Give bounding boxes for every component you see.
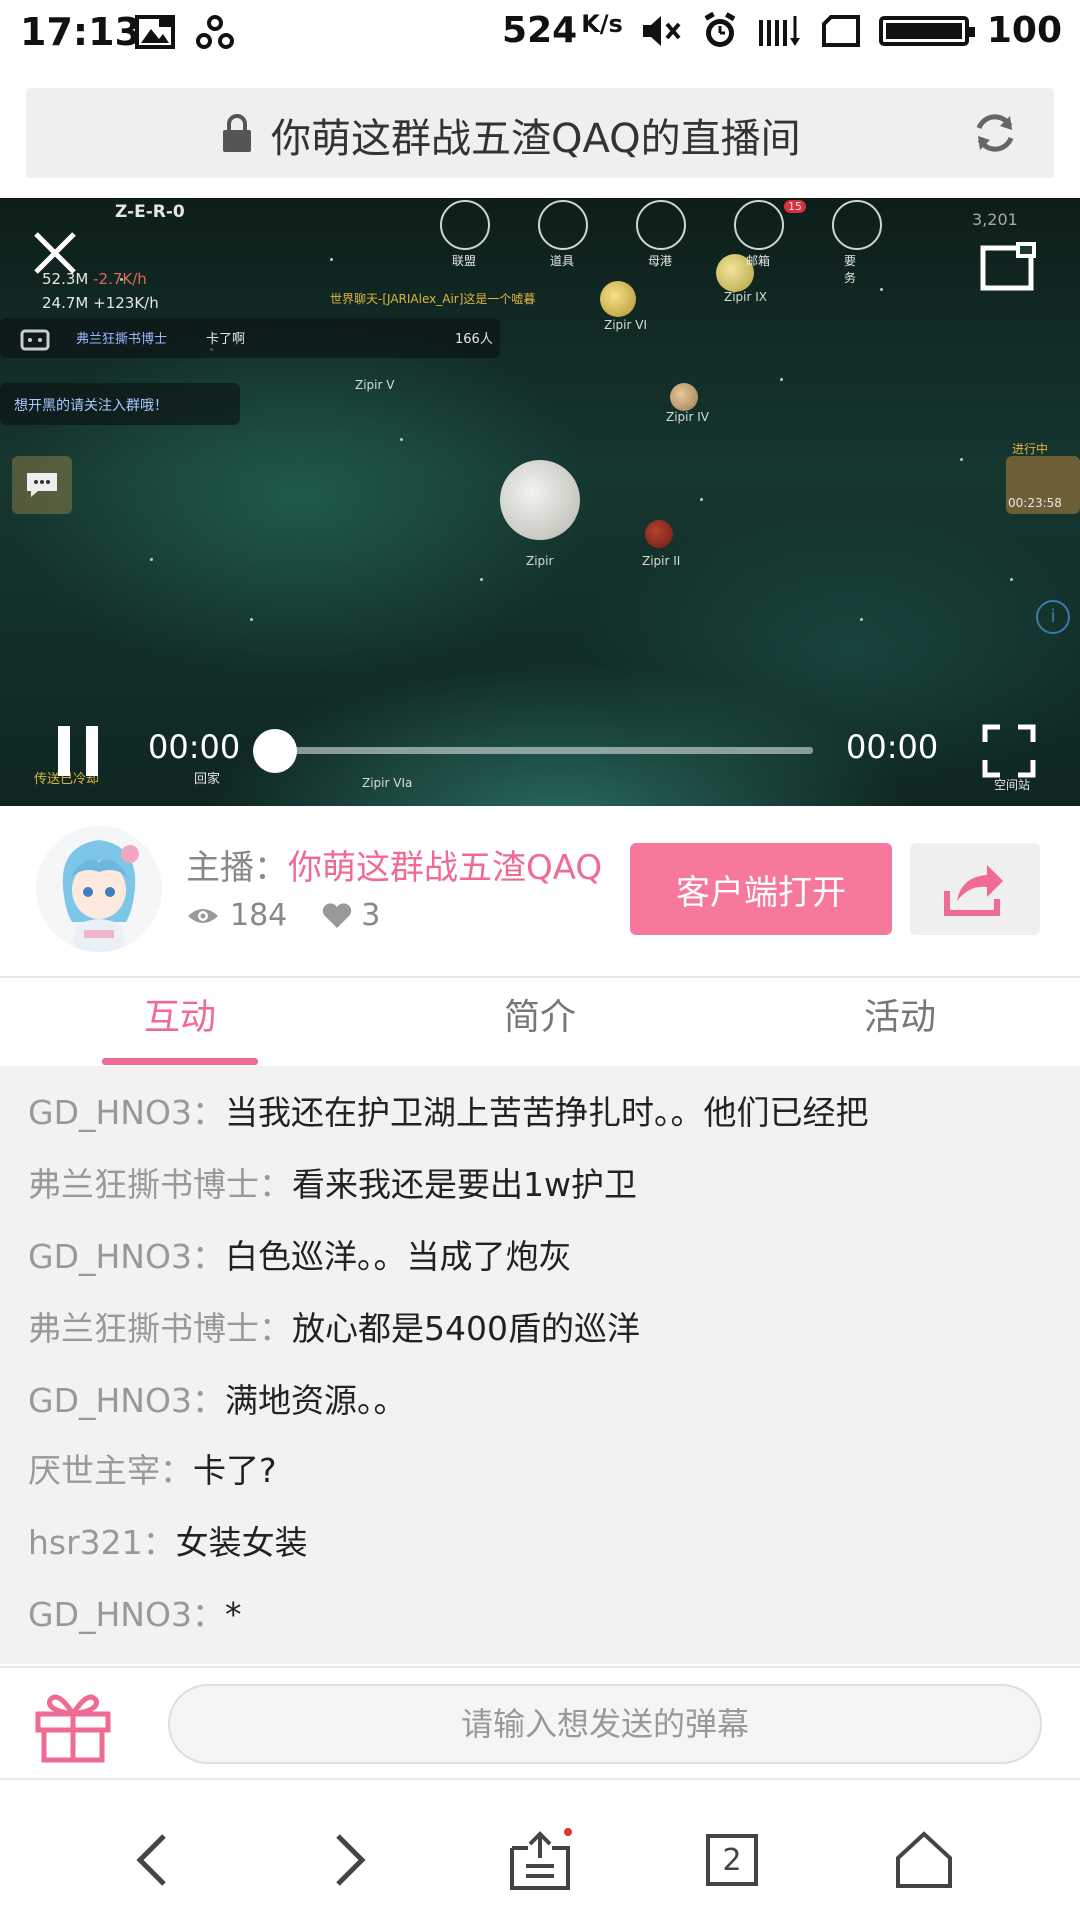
stats-row: 184 3 bbox=[186, 898, 380, 933]
anchor-info: 主播：你萌这群战五渣QAQ 184 3 客户端打开 bbox=[0, 806, 1080, 978]
planet-zipir-vi bbox=[600, 281, 636, 317]
battery-level: 100 bbox=[986, 10, 1062, 51]
like-count: 3 bbox=[361, 898, 381, 933]
hud-menu: 联盟 道具 母港 邮箱 要务 15 bbox=[440, 200, 882, 285]
list-item: hsr321：女装女装 bbox=[28, 1523, 308, 1562]
planet-zipir-iv bbox=[670, 383, 698, 411]
hud-station-label: 空间站 bbox=[994, 778, 1031, 792]
page-title: 你萌这群战五渣QAQ的直播间 bbox=[271, 116, 801, 162]
app-notification-icon bbox=[196, 15, 234, 49]
danmu-input[interactable]: 请输入想发送的弹幕 bbox=[168, 1684, 1042, 1764]
home-button[interactable] bbox=[884, 1820, 964, 1900]
view-count: 184 bbox=[230, 898, 288, 933]
menu-icon bbox=[510, 1828, 572, 1890]
heart-icon bbox=[323, 902, 352, 928]
chat-bubble-icon bbox=[27, 473, 57, 497]
current-time: 00:00 bbox=[148, 728, 241, 766]
url-bar[interactable]: 你萌这群战五渣QAQ的直播间 bbox=[26, 88, 1054, 178]
avatar-illustration bbox=[36, 826, 162, 952]
list-item: GD_HNO3：当我还在护卫湖上苦苦挣扎时。。他们已经把 bbox=[28, 1093, 869, 1132]
open-in-app-button[interactable]: 客户端打开 bbox=[630, 843, 892, 935]
video-player[interactable]: Zipir Zipir II Zipir IV Zipir V Zipir VI… bbox=[0, 198, 1080, 806]
player-controls: 00:00 00:00 bbox=[0, 716, 1080, 778]
pause-button[interactable] bbox=[58, 726, 98, 776]
host-name[interactable]: 你萌这群战五渣QAQ bbox=[288, 848, 602, 888]
host-label: 主播： bbox=[186, 848, 288, 888]
battery-icon bbox=[878, 15, 975, 46]
hud-resource-2: 24.7M +123K/h bbox=[42, 294, 159, 312]
tab-activity[interactable]: 活动 bbox=[720, 978, 1080, 1066]
tabs-button[interactable]: 2 bbox=[692, 1820, 772, 1900]
tasks-icon bbox=[832, 200, 882, 250]
browser-nav: 2 bbox=[0, 1778, 1080, 1922]
planet-zipir bbox=[500, 460, 580, 540]
list-item: 厌世主宰：卡了? bbox=[28, 1451, 277, 1490]
hud-notice: 想开黑的请关注入群哦！ bbox=[0, 383, 240, 425]
list-item: GD_HNO3：满地资源。。 bbox=[28, 1381, 407, 1420]
picture-in-picture-icon[interactable] bbox=[980, 240, 1040, 292]
hud-timer-status: 进行中 bbox=[1012, 442, 1049, 456]
progress-knob[interactable] bbox=[253, 729, 297, 773]
net-speed: 524 K/s bbox=[502, 10, 623, 51]
list-item: GD_HNO3：白色巡洋。。当成了炮灰 bbox=[28, 1237, 572, 1276]
fullscreen-icon[interactable] bbox=[982, 724, 1036, 778]
image-notification-icon bbox=[135, 15, 175, 49]
chevron-right-icon bbox=[336, 1834, 366, 1886]
planet-zipir-ii bbox=[645, 520, 673, 548]
total-time: 00:00 bbox=[846, 728, 939, 766]
alarm-icon bbox=[704, 11, 736, 47]
tab-count: 2 bbox=[722, 1842, 742, 1878]
status-time: 17:13 bbox=[20, 10, 141, 54]
mail-badge: 15 bbox=[784, 200, 806, 213]
gift-icon[interactable] bbox=[32, 1686, 114, 1764]
home-port-icon bbox=[636, 200, 686, 250]
chat-bubble-button[interactable] bbox=[12, 456, 72, 514]
eye-icon bbox=[188, 908, 218, 923]
back-button[interactable] bbox=[112, 1820, 192, 1900]
forward-button[interactable] bbox=[310, 1820, 390, 1900]
share-icon bbox=[944, 865, 1003, 916]
hud-credits: 3,201 bbox=[972, 210, 1018, 229]
tab-intro[interactable]: 简介 bbox=[360, 978, 720, 1066]
hud-player-id: Z-E-R-0 bbox=[115, 202, 185, 222]
chevron-left-icon bbox=[136, 1834, 166, 1886]
avatar[interactable] bbox=[36, 826, 162, 952]
hud-world-chat: 世界聊天-[JARIAlex_Air]这是一个嘘暮 bbox=[330, 292, 536, 306]
list-item: GD_HNO3：* bbox=[28, 1595, 242, 1634]
host-row: 主播：你萌这群战五渣QAQ bbox=[186, 840, 602, 889]
list-item: 弗兰狂撕书博士：放心都是5400盾的巡洋 bbox=[28, 1309, 640, 1348]
close-icon[interactable] bbox=[30, 228, 80, 278]
tab-bar: 互动 简介 活动 bbox=[0, 978, 1080, 1068]
share-button[interactable] bbox=[910, 843, 1040, 935]
home-icon bbox=[896, 1831, 952, 1888]
active-tab-indicator bbox=[102, 1058, 258, 1065]
chat-list[interactable]: GD_HNO3：当我还在护卫湖上苦苦挣扎时。。他们已经把 弗兰狂撕书博士：看来我… bbox=[0, 1066, 1080, 1664]
sim-icon bbox=[821, 14, 860, 47]
input-row: 请输入想发送的弹幕 bbox=[0, 1666, 1080, 1778]
progress-track[interactable] bbox=[275, 747, 813, 754]
hud-timer-box: 00:23:58 bbox=[1006, 456, 1080, 514]
lock-icon bbox=[223, 114, 251, 152]
status-bar: 17:13 524 K/s 100 bbox=[0, 0, 1080, 68]
info-icon[interactable]: i bbox=[1036, 600, 1070, 634]
robot-icon bbox=[20, 329, 50, 351]
alliance-icon bbox=[440, 200, 490, 250]
signal-icon bbox=[758, 15, 800, 46]
reload-icon[interactable] bbox=[970, 108, 1020, 158]
items-icon bbox=[538, 200, 588, 250]
list-item: 弗兰狂撕书博士：看来我还是要出1w护卫 bbox=[28, 1165, 637, 1204]
tab-interaction[interactable]: 互动 bbox=[0, 978, 360, 1066]
hud-chat-box: 弗兰狂撕书博士 卡了啊 166人 bbox=[0, 318, 500, 358]
mute-icon bbox=[642, 15, 681, 46]
mail-icon bbox=[734, 200, 784, 250]
tabs-icon: 2 bbox=[706, 1834, 758, 1886]
menu-button[interactable] bbox=[500, 1820, 580, 1900]
